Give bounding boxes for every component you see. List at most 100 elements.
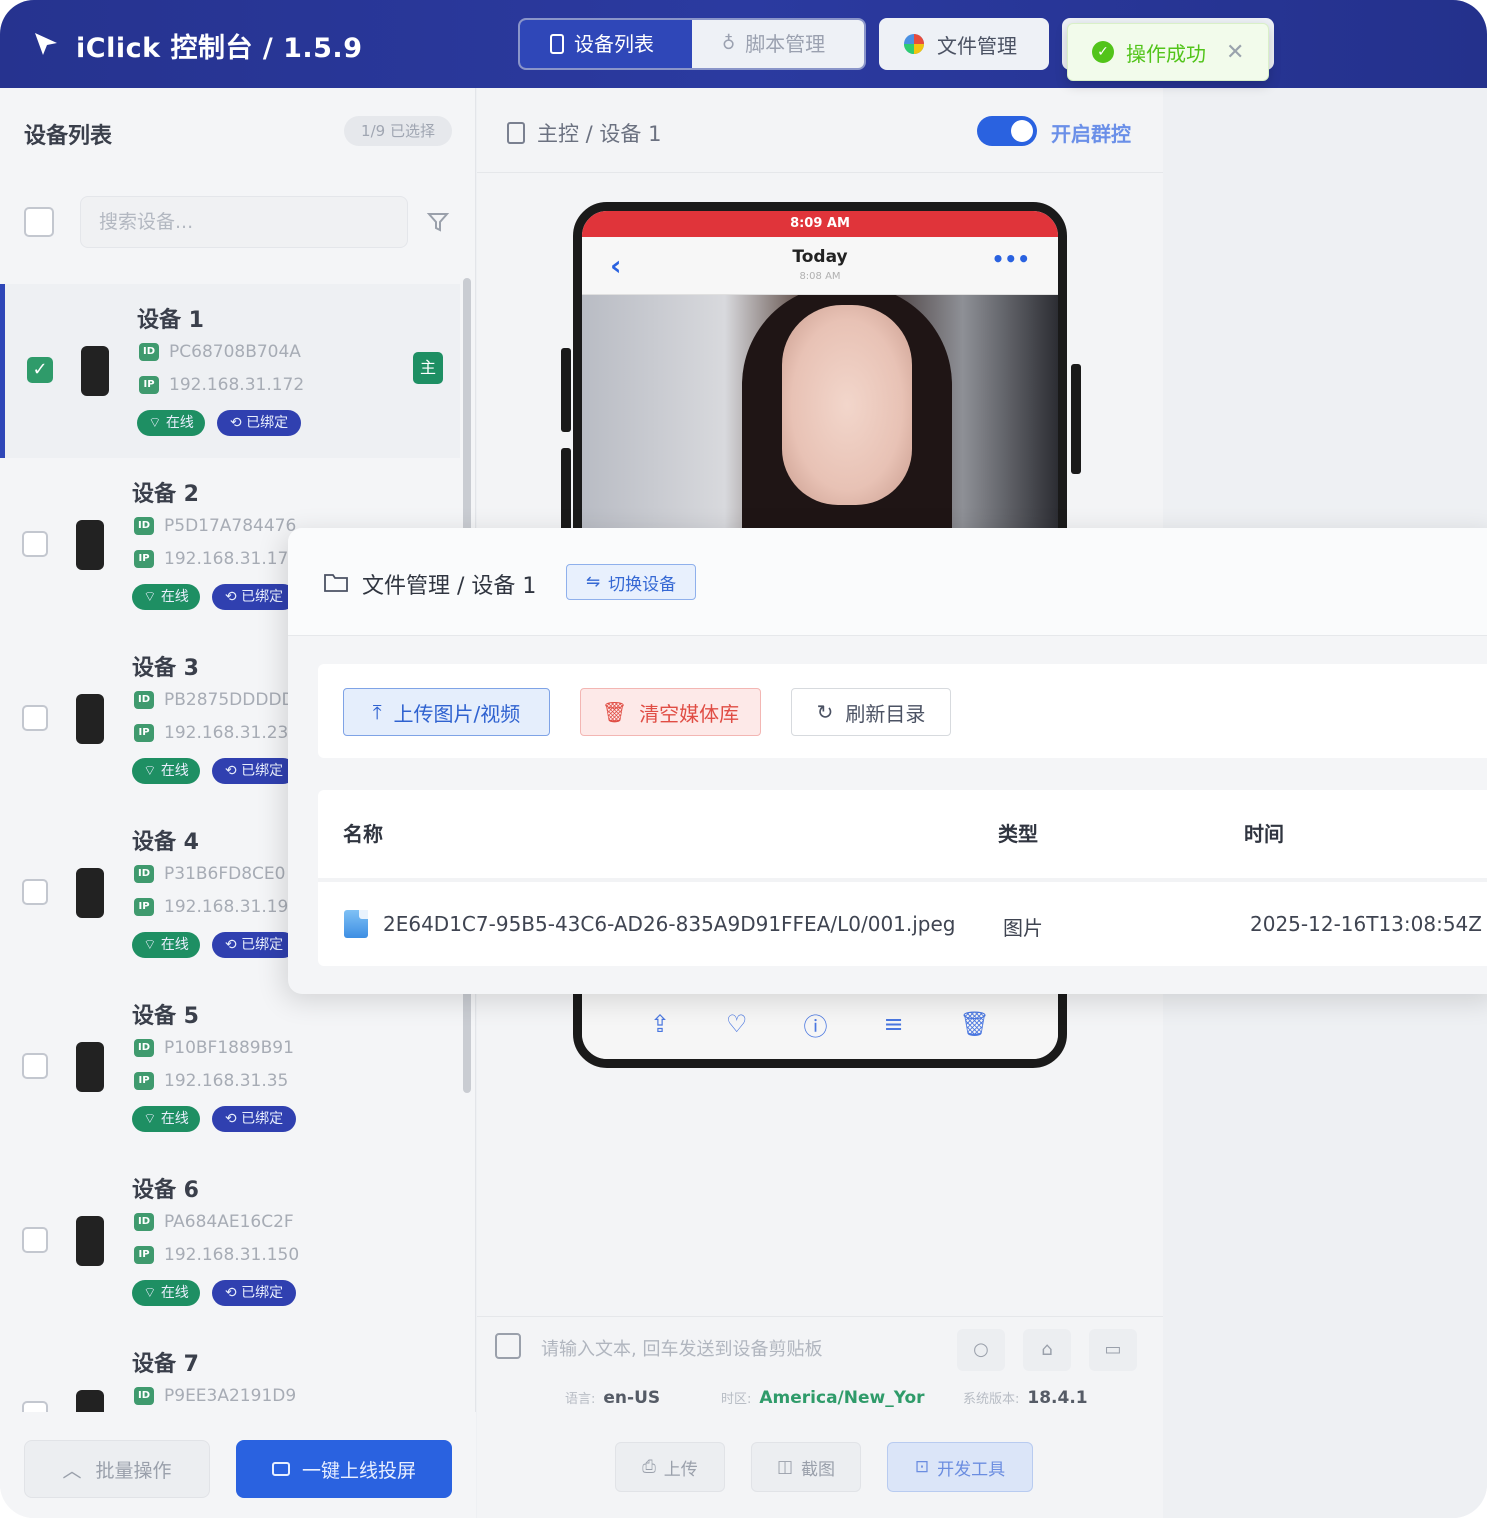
device-name: 设备 3 [132,656,199,681]
info-icon[interactable]: ⓘ [804,1007,828,1042]
device-serial-row: ID P5D17A784476 [134,516,296,536]
column-header-name[interactable]: 名称 [343,818,383,847]
code-icon: ♁ [722,33,736,54]
file-manager-toolbar: ⤒ 上传图片/视频 🗑 清空媒体库 ↻ 刷新目录 [318,664,1487,758]
devtools-button[interactable]: ⊡ 开发工具 [887,1442,1033,1492]
selected-count-badge: 1/9 已选择 [344,116,452,146]
file-table: 名称 类型 时间 2E64D1C7-95B5-43C6-AD26-835A9D9… [318,790,1487,966]
device-phone-icon [76,1390,104,1412]
devtools-label: 开发工具 [937,1459,1006,1480]
upload-media-button[interactable]: ⤒ 上传图片/视频 [343,688,550,736]
phone-nav-title: Today [792,247,848,267]
phone-nav-bar: ‹ Today 8:08 AM ••• [582,237,1058,295]
clipboard-icon [495,1333,521,1359]
ip-icon: IP [139,376,159,394]
device-item[interactable]: ✓ 设备 1 ID PC68708B704A IP 192.168.31.172 ⌔… [0,284,460,458]
device-item[interactable]: 设备 6 ID PA684AE16C2F IP 192.168.31.150 ⌔ 在… [0,1154,460,1328]
ip-icon: IP [134,898,154,916]
filter-icon[interactable] [426,210,450,234]
device-name: 设备 1 [137,308,204,333]
online-badge: ⌔ 在线 [132,584,200,610]
select-all-checkbox[interactable] [24,207,54,237]
online-badge: ⌔ 在线 [137,410,205,436]
app-window: iClick 控制台 / 1.5.9 设备列表 ♁ 脚本管理 文件管理 ✓ 操作… [0,0,1487,1518]
refresh-directory-button[interactable]: ↻ 刷新目录 [791,688,951,736]
device-serial-row: ID P9EE3A2191D9 [134,1386,296,1406]
device-serial: PA684AE16C2F [164,1212,294,1232]
bound-badge: ⟲ 已绑定 [212,932,296,958]
bound-badge: ⟲ 已绑定 [212,758,296,784]
photo-face [782,305,912,505]
switch-device-button[interactable]: ⇋ 切换设备 [566,564,696,600]
tab-script-manager[interactable]: ♁ 脚本管理 [692,20,864,68]
home-icon[interactable]: ⌂ [1023,1329,1071,1371]
id-icon: ID [134,865,154,883]
online-badge: ⌔ 在线 [132,1106,200,1132]
device-checkbox[interactable] [22,879,48,905]
upload-button[interactable]: ⎙ 上传 [615,1442,725,1492]
group-control-toggle[interactable] [977,116,1037,146]
device-serial: P9EE3A2191D9 [164,1386,297,1406]
device-ip: 192.168.31.175 [164,549,300,569]
device-item[interactable]: 设备 5 ID P10BF1889B91 IP 192.168.31.35 ⌔ 在线… [0,980,460,1154]
ip-icon: IP [134,1072,154,1090]
id-icon: ID [134,1387,154,1405]
heart-icon[interactable]: ♡ [726,1010,748,1038]
bound-badge: ⟲ 已绑定 [212,584,296,610]
sidebar-footer: ︿ 批量操作 一键上线投屏 [0,1412,476,1518]
column-header-type[interactable]: 类型 [998,818,1038,847]
device-phone-icon [81,346,109,396]
column-header-time[interactable]: 时间 [1244,818,1284,847]
device-item[interactable]: 设备 7 ID P9EE3A2191D9 [0,1328,460,1412]
device-checkbox[interactable] [22,531,48,557]
device-checkbox[interactable] [22,1227,48,1253]
file-manager-header: 文件管理 / 设备 1 ⇋ 切换设备 [288,528,1487,636]
device-checkbox[interactable]: ✓ [27,357,53,383]
device-phone-icon [76,1042,104,1092]
refresh-label: 刷新目录 [845,701,926,726]
tab-file-manager[interactable]: 文件管理 [879,18,1049,70]
tab-device-list[interactable]: 设备列表 [520,20,692,68]
bound-badge: ⟲ 已绑定 [217,410,301,436]
more-icon[interactable]: ••• [992,247,1030,271]
device-ip-row: IP 192.168.31.172 [139,375,304,395]
adjust-icon[interactable]: ≡ [883,1010,903,1038]
divider [318,878,1487,882]
image-file-icon [344,910,368,938]
trash-icon[interactable]: 🗑 [960,1010,990,1038]
batch-label: 批量操作 [95,1459,172,1482]
device-name: 设备 5 [132,1004,199,1029]
chevron-up-icon: ︿ [62,1459,82,1482]
device-ip-row: IP 192.168.31.193 [134,897,299,917]
id-icon: ID [134,1213,154,1231]
device-ip: 192.168.31.35 [164,1071,289,1091]
screenshot-button[interactable]: ◫ 截图 [751,1442,861,1492]
clear-media-button[interactable]: 🗑 清空媒体库 [580,688,761,736]
file-manager-panel: 文件管理 / 设备 1 ⇋ 切换设备 ⤒ 上传图片/视频 🗑 清空媒体库 ↻ 刷… [288,528,1487,994]
device-checkbox[interactable] [22,705,48,731]
bound-badge: ⟲ 已绑定 [212,1280,296,1306]
search-icon[interactable]: ○ [957,1329,1005,1371]
device-name: 设备 2 [132,482,199,507]
device-ip-row: IP 192.168.31.175 [134,549,299,569]
device-checkbox[interactable] [22,1401,48,1412]
upload-media-label: 上传图片/视频 [393,701,521,726]
close-icon[interactable]: ✕ [1226,40,1244,65]
device-checkbox[interactable] [22,1053,48,1079]
batch-operation-button[interactable]: ︿ 批量操作 [24,1440,210,1498]
phone-button [561,348,571,432]
clipboard-input[interactable]: 请输入文本, 回车发送到设备剪贴板 [541,1335,822,1361]
device-serial-row: ID P10BF1889B91 [134,1038,294,1058]
group-control-label: 开启群控 [1051,122,1131,146]
device-phone-icon [76,520,104,570]
file-name-cell[interactable]: 2E64D1C7-95B5-43C6-AD26-835A9D91FFEA/L0/… [383,912,956,936]
id-icon: ID [134,517,154,535]
swap-icon: ⇋ [585,572,601,592]
device-search-input[interactable] [80,196,408,248]
share-icon[interactable]: ⇪ [650,1010,670,1038]
device-serial-row: ID PA684AE16C2F [134,1212,294,1232]
one-click-cast-button[interactable]: 一键上线投屏 [236,1440,452,1498]
lock-icon[interactable]: ▭ [1089,1329,1137,1371]
sidebar-title: 设备列表 [24,124,113,149]
device-serial-row: ID PC68708B704A [139,342,301,362]
